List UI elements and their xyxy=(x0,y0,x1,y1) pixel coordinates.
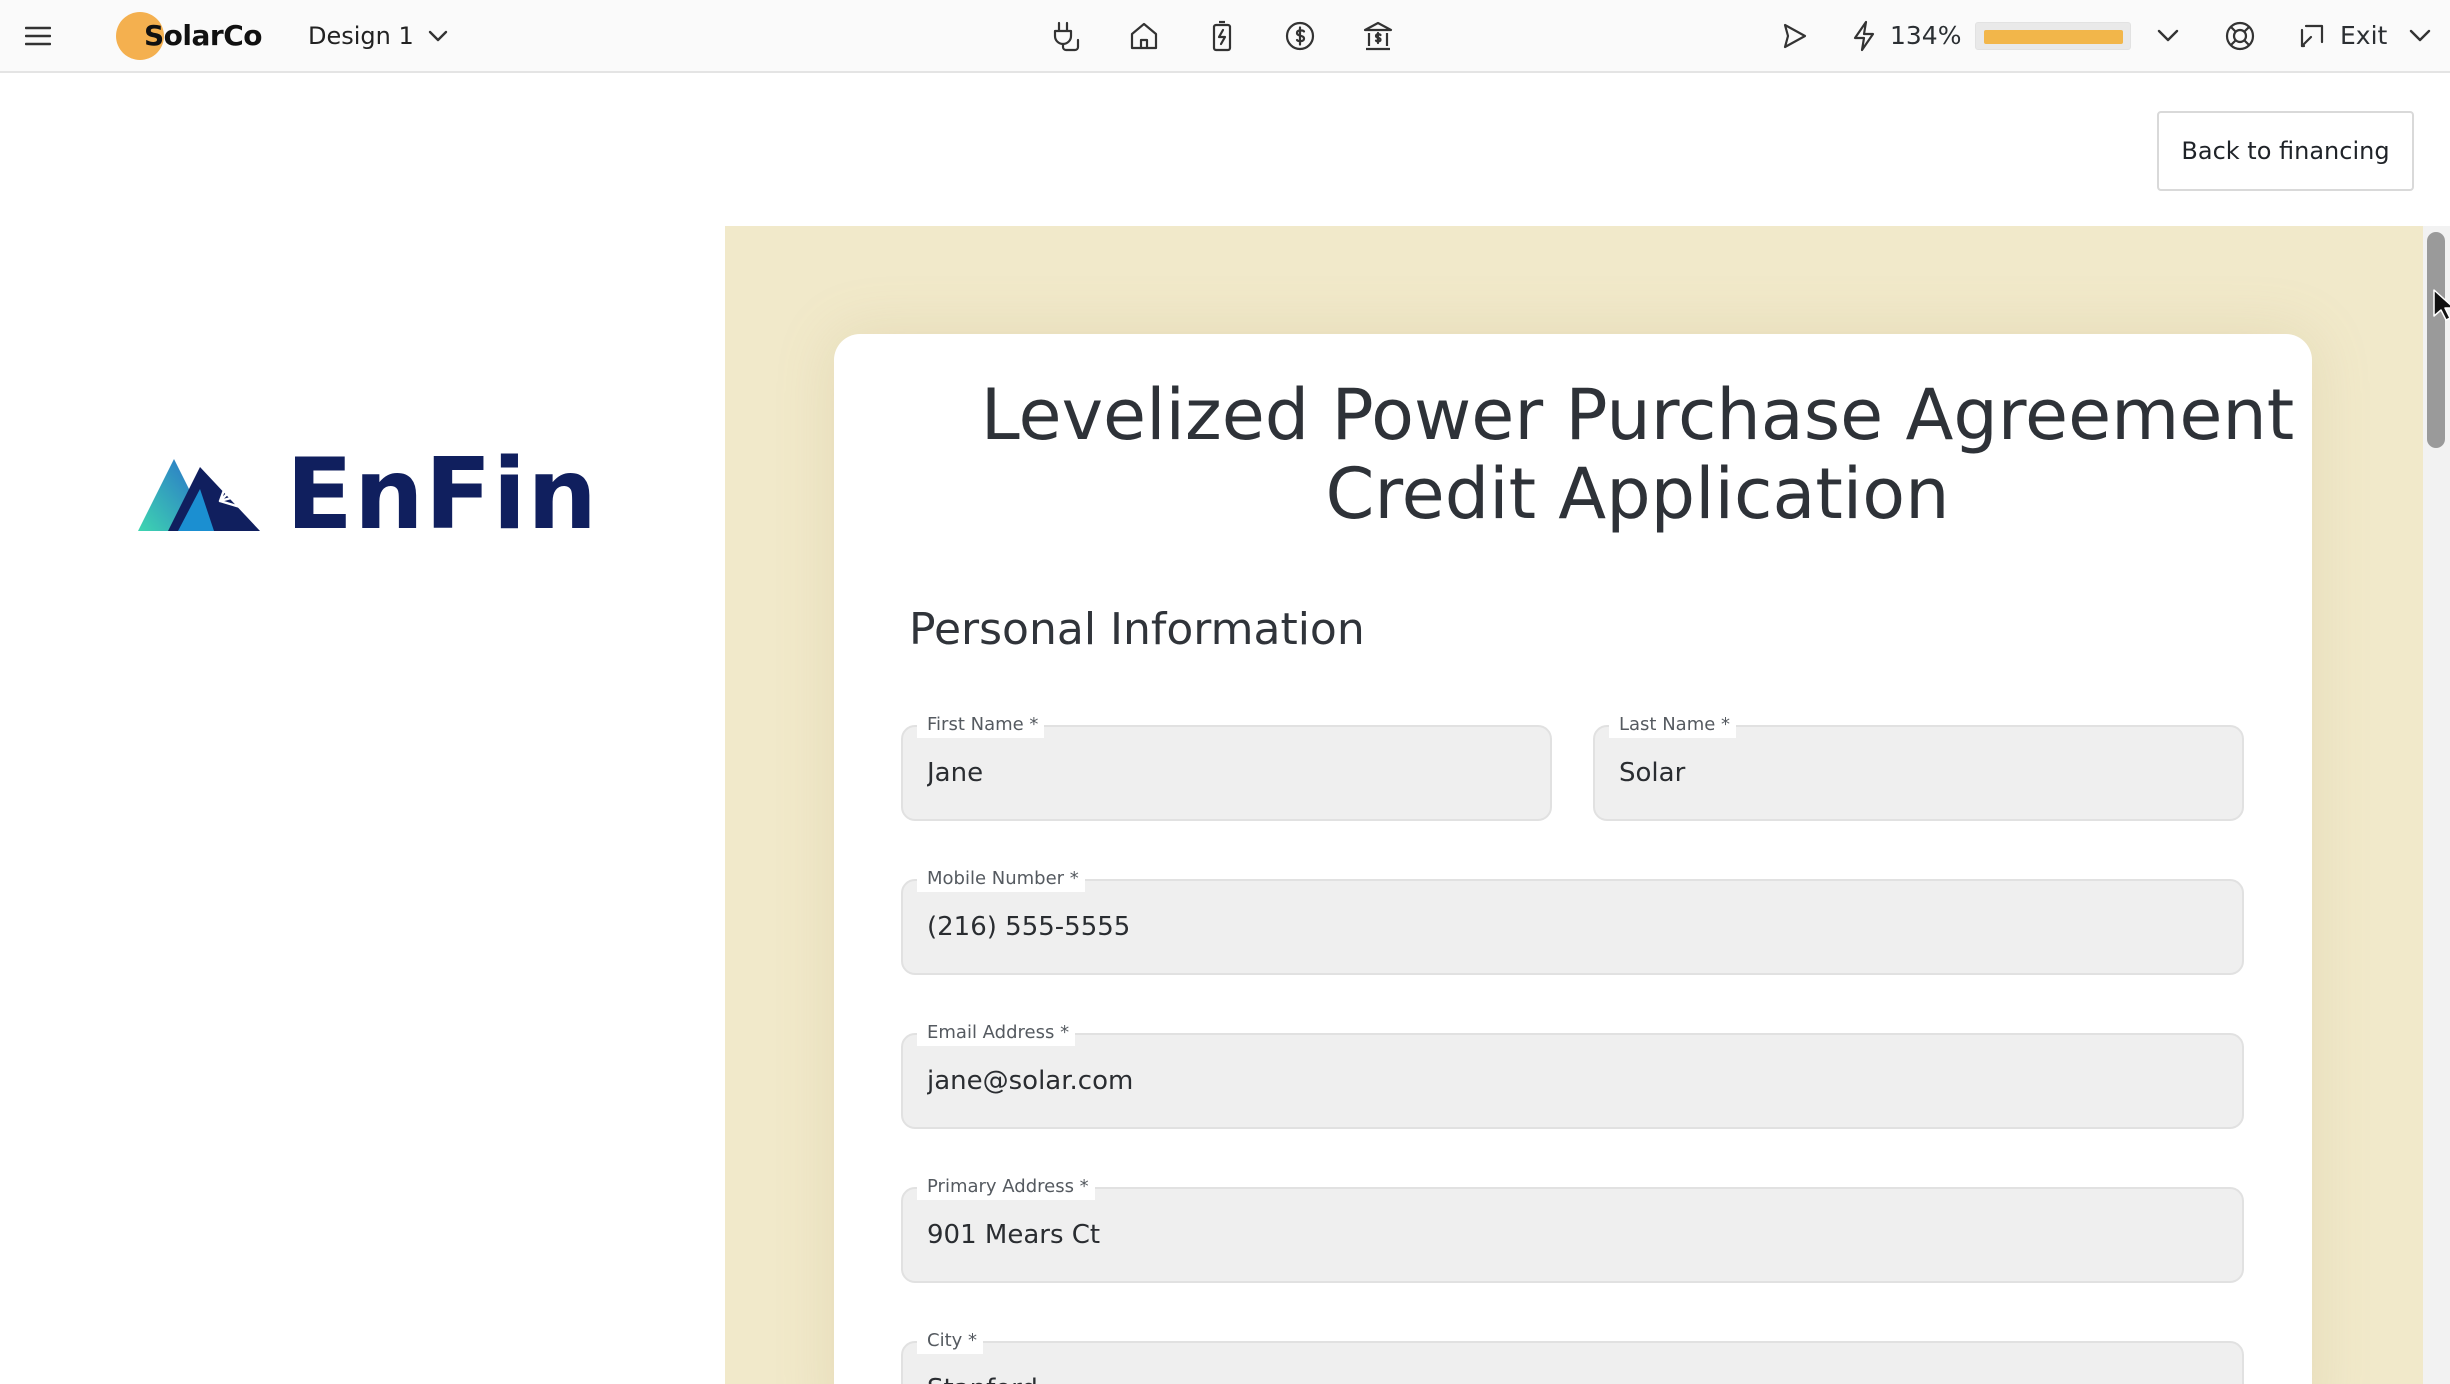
mobile-number-input[interactable] xyxy=(901,879,2244,975)
city-label: City * xyxy=(917,1328,984,1354)
primary-address-field: Primary Address * xyxy=(901,1174,2244,1283)
city-input[interactable] xyxy=(901,1341,2244,1384)
send-icon xyxy=(1779,21,1809,51)
page-title: Levelized Power Purchase Agreement Credi… xyxy=(940,376,2335,534)
lightning-icon xyxy=(1850,20,1878,52)
exit-icon xyxy=(2298,22,2326,50)
hamburger-icon xyxy=(25,26,51,46)
primary-address-label: Primary Address * xyxy=(917,1174,1095,1200)
battery-icon[interactable] xyxy=(1202,16,1242,56)
back-to-financing-button[interactable]: Back to financing xyxy=(2157,111,2414,191)
lifebuoy-icon xyxy=(2224,20,2256,52)
enfin-wordmark: EnFin xyxy=(286,438,599,552)
home-icon[interactable] xyxy=(1124,16,1164,56)
plug-icon[interactable] xyxy=(1046,16,1086,56)
zoom-progress-fill xyxy=(1984,29,2124,44)
design-selector[interactable]: Design 1 xyxy=(308,0,448,71)
chevron-down-icon xyxy=(2409,29,2431,42)
zoom-percent: 134% xyxy=(1890,21,1962,50)
mobile-number-label: Mobile Number * xyxy=(917,866,1085,892)
zoom-progress-bar xyxy=(1975,21,2132,50)
mobile-number-field: Mobile Number * xyxy=(901,866,2244,975)
first-name-field: First Name * xyxy=(901,712,1552,821)
title-line-1: Levelized Power Purchase Agreement xyxy=(980,374,2295,456)
send-button[interactable] xyxy=(1774,0,1814,71)
app-root: SolarCo Design 1 134% Exit Back to finan… xyxy=(0,0,2450,1384)
city-field: City * xyxy=(901,1328,2244,1384)
design-nav xyxy=(1046,0,1398,71)
first-name-label: First Name * xyxy=(917,712,1045,738)
chevron-down-icon[interactable] xyxy=(2157,29,2179,42)
primary-address-input[interactable] xyxy=(901,1187,2244,1283)
first-name-input[interactable] xyxy=(901,725,1552,821)
exit-menu[interactable]: Exit xyxy=(2298,0,2431,71)
chevron-down-icon xyxy=(428,30,448,42)
title-line-2: Credit Application xyxy=(1325,453,1950,535)
help-button[interactable] xyxy=(2220,0,2260,71)
last-name-field: Last Name * xyxy=(1593,712,2244,821)
scrollbar-thumb[interactable] xyxy=(2427,232,2445,448)
mountain-sunburst-icon xyxy=(138,457,260,533)
mouse-pointer-icon xyxy=(2432,288,2450,326)
email-address-input[interactable] xyxy=(901,1033,2244,1129)
section-title: Personal Information xyxy=(909,604,1365,655)
brand-name: SolarCo xyxy=(144,19,263,52)
exit-label: Exit xyxy=(2340,21,2388,50)
brand[interactable]: SolarCo xyxy=(116,0,263,71)
last-name-input[interactable] xyxy=(1593,725,2244,821)
email-address-field: Email Address * xyxy=(901,1020,2244,1129)
email-address-label: Email Address * xyxy=(917,1020,1076,1046)
bank-icon[interactable] xyxy=(1358,16,1398,56)
top-bar: SolarCo Design 1 134% Exit xyxy=(0,0,2450,73)
design-label: Design 1 xyxy=(308,21,414,50)
enfin-logo: EnFin xyxy=(138,446,598,544)
menu-button[interactable] xyxy=(20,0,56,71)
last-name-label: Last Name * xyxy=(1609,712,1737,738)
production-zoom[interactable]: 134% xyxy=(1850,0,2179,71)
dollar-circle-icon[interactable] xyxy=(1280,16,1320,56)
